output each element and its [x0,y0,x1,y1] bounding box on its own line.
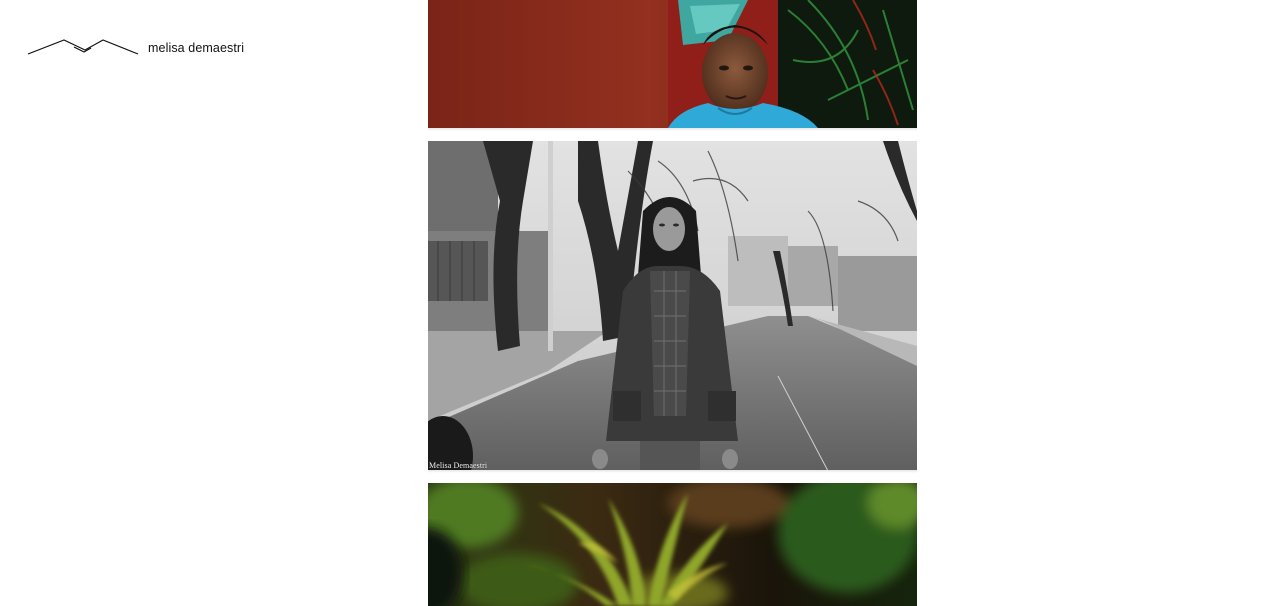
page: melisa demaestri Melisa Demaestri [0,0,1272,606]
site-name: melisa demaestri [148,41,245,55]
photo-street-woman[interactable]: Melisa Demaestri [428,141,917,471]
photo-divider [428,128,917,131]
photo-image [428,0,917,128]
mountain-logo-icon [27,39,139,55]
photo-image [428,141,917,471]
photo-divider [428,470,917,473]
photo-greenery[interactable] [428,483,917,606]
photo-portrait-man[interactable] [428,0,917,128]
photo-watermark: Melisa Demaestri [429,461,488,470]
site-logo-link[interactable]: melisa demaestri [27,36,244,58]
photo-image [428,483,917,606]
